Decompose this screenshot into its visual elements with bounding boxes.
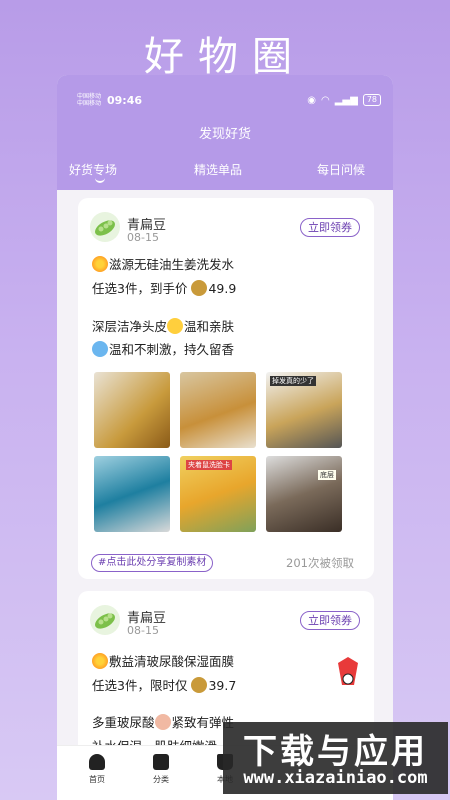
tab-daily-greetings[interactable]: 每日问候 [317,161,365,178]
cartoon-sticker [334,655,362,689]
carrier-line-2: 中国移动 [77,100,102,107]
grid-icon [153,754,169,770]
signal-icon: ▂▄▆ [334,94,358,106]
phone-screen: 中国移动 中国移动 09:46 ◉ ◠ ▂▄▆ 78 发现好货 好货专场 精选单… [57,75,393,800]
smile-icon [167,318,184,334]
tab-featured-goods[interactable]: 好货专场 [69,161,117,178]
watermark-url: www.xiazainiao.com [243,768,428,788]
home-icon [89,754,105,770]
product-image[interactable]: 夹着鼠洗脸卡 [180,456,256,532]
carrier-line-1: 中国移动 [77,93,102,100]
post-text-line: 深层洁净头皮 温和亲肤 [92,318,235,334]
fire-icon [92,653,108,669]
post-text-line: 滋源无硅油生姜洗发水 [92,254,234,273]
wifi-icon: ◠ [321,94,330,106]
battery-icon: 78 [362,94,381,106]
product-image[interactable] [180,372,256,448]
clock: 09:46 [107,94,143,107]
product-image[interactable]: 底层 [266,456,342,532]
claim-coupon-button[interactable]: 立即领券 [300,611,360,630]
watermark: 下载与应用 www.xiazainiao.com [223,722,448,794]
post-text-line: 任选3件，到手价 49.9 [92,280,237,296]
money-bag-icon [191,677,208,693]
avatar [90,212,120,242]
nav-home[interactable]: 首页 [77,754,117,785]
post-date: 08-15 [127,624,159,637]
post-text-line: 任选3件，限时仅 39.7 [92,677,237,693]
nav-category[interactable]: 分类 [141,754,181,785]
active-tab-indicator [95,178,105,183]
fire-icon [92,256,108,272]
status-icons: ◉ ◠ ▂▄▆ 78 [307,94,381,106]
avatar [90,605,120,635]
face-icon [154,714,171,730]
eye-icon: ◉ [307,94,316,106]
share-material-tag[interactable]: #点击此处分享复制素材 [91,554,214,572]
promo-title: 好物圈 [144,34,306,80]
post-text-line: 敷益清玻尿酸保湿面膜 [92,651,234,670]
post-text-line: 温和不刺激，持久留香 [92,339,234,358]
product-image[interactable] [94,372,170,448]
tab-selected-items[interactable]: 精选单品 [194,161,242,178]
product-image[interactable]: 掉发真的少了 [266,372,342,448]
claim-coupon-button[interactable]: 立即领券 [300,218,360,237]
money-bag-icon [191,280,208,296]
water-drops-icon [92,341,108,357]
watermark-main: 下载与应用 [243,732,428,772]
claim-count: 201次被领取 [286,556,354,570]
page-title: 发现好货 [198,127,251,142]
post-date: 08-15 [127,231,159,244]
carrier-label: 中国移动 中国移动 [77,93,101,107]
status-bar: 中国移动 中国移动 09:46 ◉ ◠ ▂▄▆ 78 [77,93,381,109]
app-header: 中国移动 中国移动 09:46 ◉ ◠ ▂▄▆ 78 发现好货 好货专场 精选单… [57,75,393,190]
post-card: 青扁豆 08-15 立即领券 滋源无硅油生姜洗发水 任选3件，到手价 49.9 … [78,198,374,579]
post-text-line: 多重玻尿酸 紧致有弹性 [92,714,235,730]
product-image[interactable] [94,456,170,532]
